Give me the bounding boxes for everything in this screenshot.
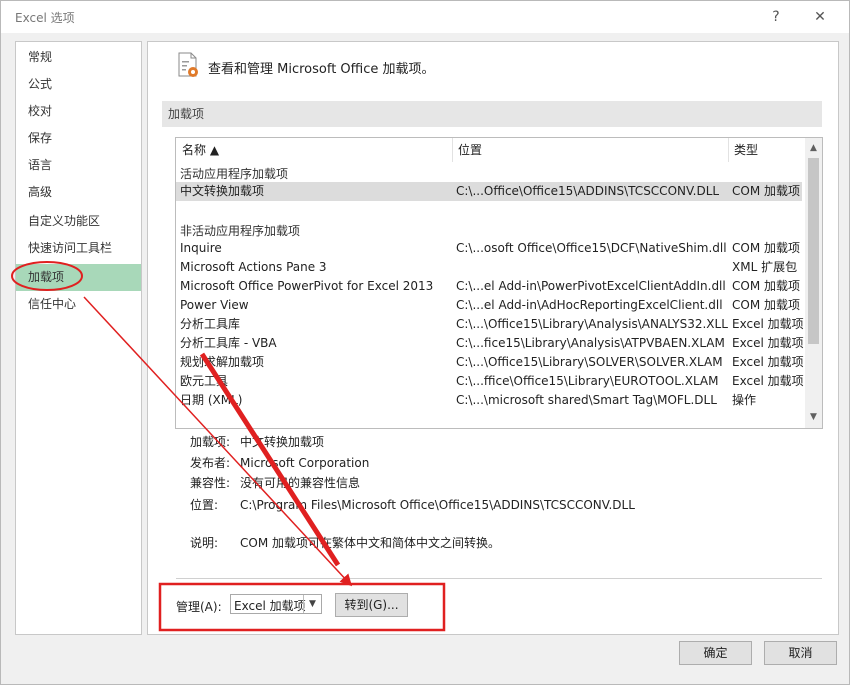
sidebar-item-advanced[interactable]: 高级 [16,179,141,206]
addins-panel: 查看和管理 Microsoft Office 加载项。 加载项 名称 ▲ 位置 … [147,41,839,635]
detail-publisher-label: 发布者: [190,456,231,470]
detail-desc-value: COM 加载项可在繁体中文和简体中文之间转换。 [240,536,500,550]
detail-addin: 加载项: 中文转换加载项 [190,433,324,450]
detail-addin-value: 中文转换加载项 [240,435,325,449]
detail-location-value: C:\Program Files\Microsoft Office\Office… [240,498,635,512]
table-row[interactable]: 欧元工具 C:\...ffice\Office15\Library\EUROTO… [176,372,804,391]
row-name: 规划求解加载项 [180,355,265,369]
row-type: COM 加载项 [732,184,800,198]
column-separator [728,138,729,162]
row-name: Microsoft Office PowerPivot for Excel 20… [180,279,434,293]
detail-compat: 兼容性: 没有可用的兼容性信息 [190,474,360,491]
panel-header: 查看和管理 Microsoft Office 加载项。 [208,62,435,77]
row-location: C:\...\Office15\Library\SOLVER\SOLVER.XL… [456,355,723,369]
detail-compat-value: 没有可用的兼容性信息 [240,476,361,490]
sidebar-item-customize-ribbon[interactable]: 自定义功能区 [16,208,141,235]
row-type: Excel 加载项 [732,355,804,369]
row-type: COM 加载项 [732,241,800,255]
row-name: 分析工具库 - VBA [180,336,277,350]
row-location: C:\...Office\Office15\ADDINS\TCSCCONV.DL… [456,184,720,198]
table-row[interactable]: Power View C:\...el Add-in\AdHocReportin… [176,296,802,315]
row-name: 中文转换加载项 [180,184,265,198]
row-name: 日期 (XML) [180,393,243,407]
manage-label: 管理(A): [176,600,222,614]
sidebar-item-formulas[interactable]: 公式 [16,71,141,98]
row-name: 分析工具库 [180,317,241,331]
group-inactive: 非活动应用程序加载项 [180,224,301,238]
column-header-location[interactable]: 位置 [458,138,482,162]
table-row[interactable]: Microsoft Office PowerPivot for Excel 20… [176,277,802,296]
scrollbar-thumb[interactable] [808,158,819,344]
detail-publisher: 发布者: Microsoft Corporation [190,454,369,471]
sidebar-item-proofing[interactable]: 校对 [16,98,141,125]
excel-options-dialog: Excel 选项 ? ✕ 常规 公式 校对 保存 语言 高级 自定义功能区 快速… [0,0,850,685]
table-row[interactable]: 分析工具库 C:\...\Office15\Library\Analysis\A… [176,315,804,334]
detail-location: 位置: C:\Program Files\Microsoft Office\Off… [190,496,635,513]
cancel-button[interactable]: 取消 [764,641,837,665]
title-bar: Excel 选项 ? ✕ [1,1,849,33]
list-scrollbar[interactable]: ▲ ▼ [805,138,822,428]
table-row[interactable]: 分析工具库 - VBA C:\...fice15\Library\Analysi… [176,334,804,353]
row-location: C:\...fice15\Library\Analysis\ATPVBAEN.X… [456,336,725,350]
row-location: C:\...osoft Office\Office15\DCF\NativeSh… [456,241,727,255]
options-sidebar: 常规 公式 校对 保存 语言 高级 自定义功能区 快速访问工具栏 加载项 信任中… [15,41,142,635]
addins-list[interactable]: 名称 ▲ 位置 类型 活动应用程序加载项 中文转换加载项 C:\...Offic… [175,137,823,429]
sidebar-item-general[interactable]: 常规 [16,44,141,71]
table-row[interactable]: 日期 (XML) C:\...\microsoft shared\Smart T… [176,391,802,410]
dialog-title: Excel 选项 [15,11,75,25]
go-button[interactable]: 转到(G)... [335,593,408,617]
divider [176,578,822,579]
row-type: COM 加载项 [732,279,800,293]
row-location: C:\...el Add-in\PowerPivotExcelClientAdd… [456,279,726,293]
table-row[interactable]: 规划求解加载项 C:\...\Office15\Library\SOLVER\S… [176,353,804,372]
row-type: COM 加载项 [732,298,800,312]
row-name: Microsoft Actions Pane 3 [180,260,327,274]
detail-location-label: 位置: [190,498,219,512]
sidebar-item-addins[interactable]: 加载项 [16,264,141,291]
table-row[interactable]: 中文转换加载项 C:\...Office\Office15\ADDINS\TCS… [176,182,802,201]
row-name: Power View [180,298,249,312]
group-active: 活动应用程序加载项 [180,167,289,181]
row-type: XML 扩展包 [732,260,798,274]
row-type: 操作 [732,393,757,407]
scroll-up-icon[interactable]: ▲ [805,140,822,157]
sidebar-item-save[interactable]: 保存 [16,125,141,152]
row-type: Excel 加载项 [732,374,804,388]
row-name: 欧元工具 [180,374,229,388]
row-location: C:\...el Add-in\AdHocReportingExcelClien… [456,298,723,312]
row-location: C:\...\microsoft shared\Smart Tag\MOFL.D… [456,393,717,407]
detail-addin-label: 加载项: [190,435,231,449]
detail-compat-label: 兼容性: [190,476,231,490]
manage-select-value: Excel 加载项 [234,599,306,613]
chevron-down-icon[interactable]: ▼ [303,595,321,613]
manage-select[interactable]: Excel 加载项 ▼ [230,594,322,614]
ok-button[interactable]: 确定 [679,641,752,665]
row-location: C:\...\Office15\Library\Analysis\ANALYS3… [456,317,728,331]
column-header-type[interactable]: 类型 [734,138,758,162]
table-row[interactable]: Microsoft Actions Pane 3 XML 扩展包 [176,258,802,277]
row-location: C:\...ffice\Office15\Library\EUROTOOL.XL… [456,374,719,388]
close-button[interactable]: ✕ [809,6,831,28]
column-separator [452,138,453,162]
detail-publisher-value: Microsoft Corporation [240,456,370,470]
section-heading: 加载项 [162,101,822,127]
scroll-down-icon[interactable]: ▼ [805,409,822,426]
sidebar-item-language[interactable]: 语言 [16,152,141,179]
row-type: Excel 加载项 [732,336,804,350]
sidebar-item-trust-center[interactable]: 信任中心 [16,291,141,318]
detail-desc-label: 说明: [190,536,219,550]
sidebar-item-quick-access[interactable]: 快速访问工具栏 [16,235,141,262]
help-button[interactable]: ? [765,6,787,28]
row-type: Excel 加载项 [732,317,804,331]
addins-gear-icon [178,52,198,77]
column-header-name[interactable]: 名称 ▲ [182,138,219,162]
row-name: Inquire [180,241,222,255]
detail-description: 说明: COM 加载项可在繁体中文和简体中文之间转换。 [190,534,500,551]
table-row[interactable]: Inquire C:\...osoft Office\Office15\DCF\… [176,239,802,258]
